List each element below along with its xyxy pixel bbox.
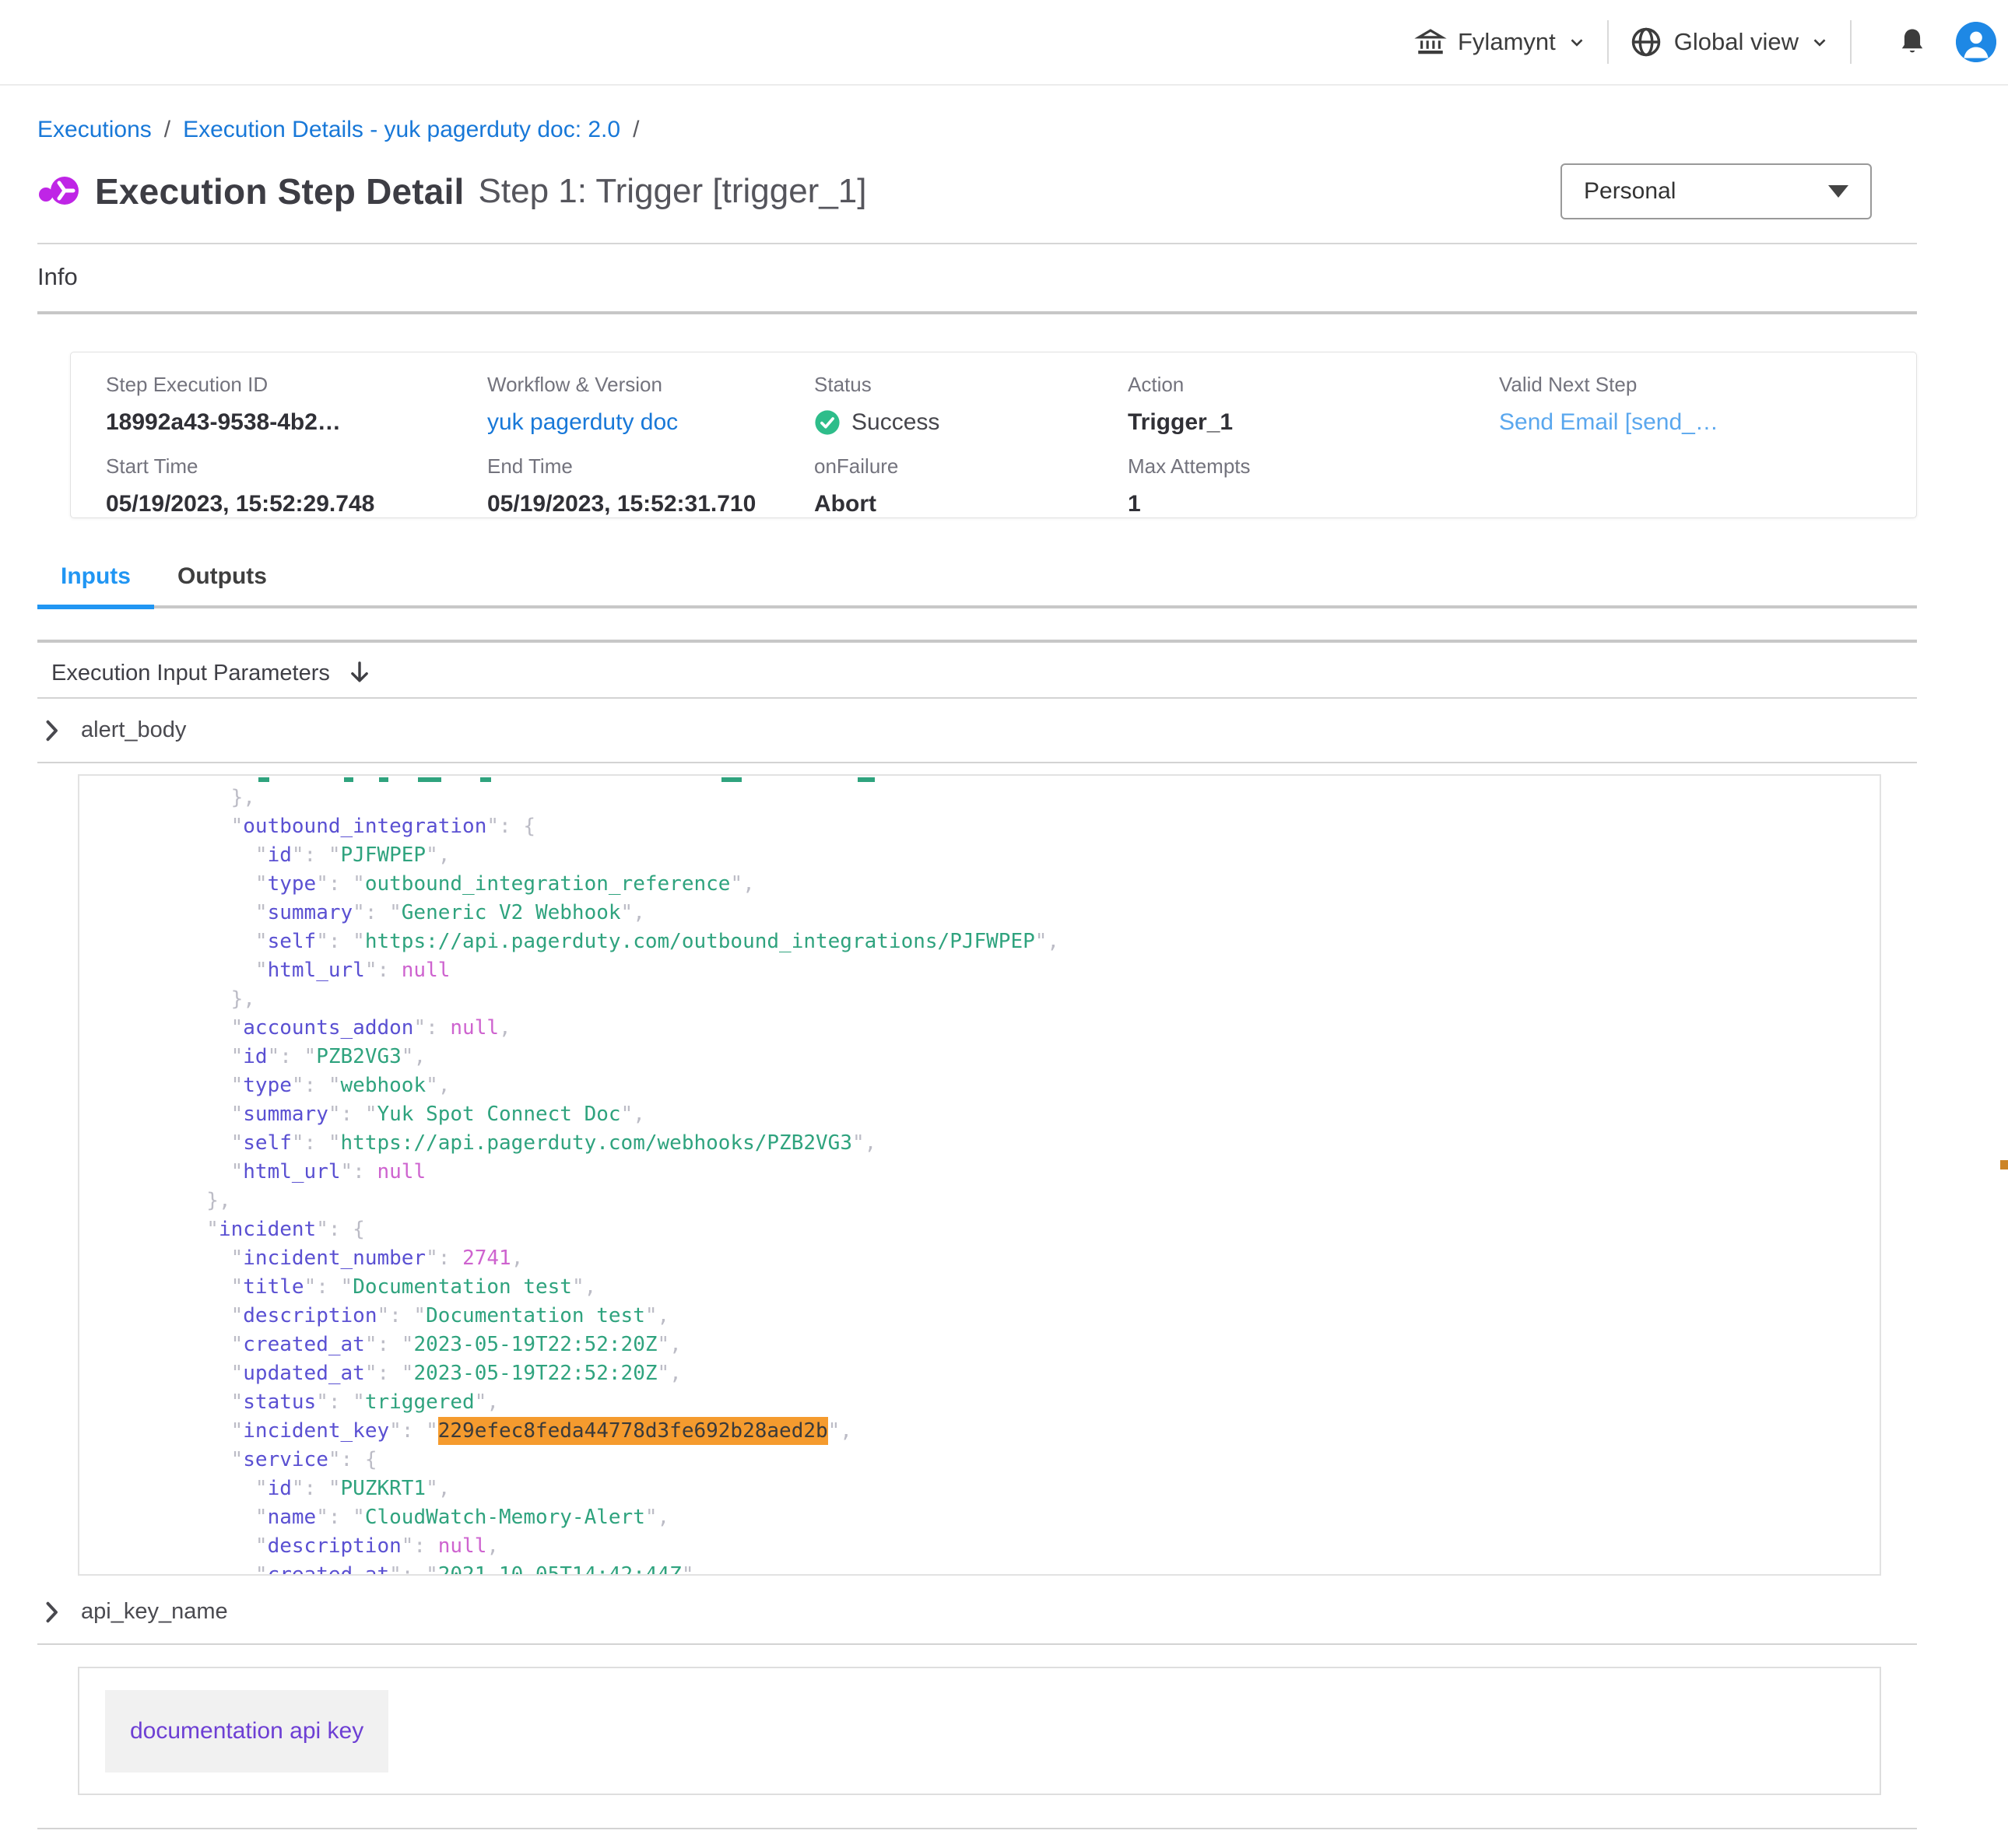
- divider: [37, 311, 1917, 314]
- chevron-right-icon: [44, 719, 59, 742]
- main-content: Executions / Execution Details - yuk pag…: [0, 117, 2008, 1848]
- field-label: Workflow & Version: [487, 373, 814, 397]
- field-value: 05/19/2023, 15:52:31.710: [487, 491, 814, 517]
- field-value: Abort: [814, 491, 1128, 517]
- field-action: Action Trigger_1: [1128, 373, 1499, 436]
- top-bar: Fylamynt Global view: [0, 0, 2008, 86]
- topbar-divider: [1607, 20, 1609, 64]
- scope-select-value: Personal: [1584, 178, 1676, 205]
- scope-select[interactable]: Personal: [1560, 163, 1872, 219]
- field-step-execution-id: Step Execution ID 18992a43-9538-4b2…: [106, 373, 487, 436]
- view-label: Global view: [1674, 28, 1799, 56]
- scrollbar-highlight-marker: [2000, 1160, 2008, 1169]
- field-max-attempts: Max Attempts 1: [1128, 454, 1499, 517]
- globe-icon: [1629, 25, 1663, 59]
- alert-body-json-viewer[interactable]: }, "outbound_integration": { "id": "PJFW…: [78, 774, 1881, 1576]
- arrow-down-icon[interactable]: [347, 660, 372, 686]
- next-step-link[interactable]: Send Email [send_…: [1499, 409, 1881, 436]
- api-key-name-chip[interactable]: documentation api key: [105, 1690, 388, 1773]
- param-row-api-key-value[interactable]: api_key_value: [37, 1829, 1917, 1848]
- field-value: 05/19/2023, 15:52:29.748: [106, 491, 487, 517]
- field-label: Step Execution ID: [106, 373, 487, 397]
- tab-bar: Inputs Outputs: [37, 563, 1917, 608]
- field-value: Trigger_1: [1128, 409, 1499, 436]
- field-value: 1: [1128, 491, 1499, 517]
- field-label: Start Time: [106, 454, 487, 479]
- info-card: Step Execution ID 18992a43-9538-4b2… Wor…: [70, 352, 1917, 518]
- workflow-link[interactable]: yuk pagerduty doc: [487, 409, 814, 436]
- clipped-text-fragment: [344, 777, 353, 782]
- clipped-text-fragment: [480, 777, 491, 782]
- param-name: api_key_name: [81, 1599, 228, 1625]
- user-avatar[interactable]: [1956, 22, 1996, 62]
- status-badge: Success: [851, 409, 939, 436]
- divider: [37, 640, 1917, 643]
- field-label: onFailure: [814, 454, 1128, 479]
- clipped-text-fragment: [379, 777, 388, 782]
- workflow-step-logo-icon: [37, 171, 81, 212]
- tab-outputs[interactable]: Outputs: [154, 563, 290, 605]
- param-row-alert-body[interactable]: alert_body: [37, 699, 1917, 763]
- page-subtitle: Step 1: Trigger [trigger_1]: [479, 172, 867, 211]
- field-label: Action: [1128, 373, 1499, 397]
- clipped-text-fragment: [418, 777, 441, 782]
- breadcrumb-executions-link[interactable]: Executions: [37, 117, 152, 143]
- field-value: 18992a43-9538-4b2…: [106, 409, 487, 436]
- org-menu[interactable]: Fylamynt: [1414, 26, 1587, 58]
- topbar-divider: [1850, 20, 1852, 64]
- chevron-right-icon: [44, 1601, 59, 1624]
- breadcrumb-execution-details-link[interactable]: Execution Details - yuk pagerduty doc: 2…: [183, 117, 620, 143]
- execution-input-parameters-header: Execution Input Parameters: [37, 655, 1917, 697]
- divider: [37, 243, 1917, 244]
- field-label: Max Attempts: [1128, 454, 1499, 479]
- field-label: End Time: [487, 454, 814, 479]
- field-end-time: End Time 05/19/2023, 15:52:31.710: [487, 454, 814, 517]
- field-onfailure: onFailure Abort: [814, 454, 1128, 517]
- field-workflow-version: Workflow & Version yuk pagerduty doc: [487, 373, 814, 436]
- success-check-icon: [814, 409, 841, 436]
- clipped-text-fragment: [721, 777, 742, 782]
- org-label: Fylamynt: [1458, 28, 1556, 56]
- param-name: alert_body: [81, 717, 186, 743]
- page-title: Execution Step Detail: [95, 170, 465, 212]
- page-header: Execution Step Detail Step 1: Trigger [t…: [37, 163, 1917, 219]
- code-lines: }, "outbound_integration": { "id": "PJFW…: [79, 776, 1880, 1576]
- breadcrumb-separator: /: [633, 117, 639, 143]
- api-key-name-value-box: documentation api key: [78, 1667, 1881, 1795]
- breadcrumb-separator: /: [164, 117, 170, 143]
- execution-input-parameters-title: Execution Input Parameters: [51, 661, 330, 686]
- bank-icon: [1414, 26, 1447, 58]
- chevron-down-icon: [1810, 32, 1830, 52]
- caret-down-icon: [1828, 185, 1848, 198]
- clipped-text-fragment: [258, 777, 269, 782]
- tab-inputs[interactable]: Inputs: [37, 563, 154, 605]
- param-row-api-key-name[interactable]: api_key_name: [37, 1580, 1917, 1645]
- view-menu[interactable]: Global view: [1629, 25, 1830, 59]
- info-section-title: Info: [37, 263, 1917, 291]
- field-start-time: Start Time 05/19/2023, 15:52:29.748: [106, 454, 487, 517]
- field-status: Status Success: [814, 373, 1128, 436]
- field-label: Status: [814, 373, 1128, 397]
- chevron-down-icon: [1567, 32, 1587, 52]
- notifications-bell-icon[interactable]: [1895, 25, 1929, 59]
- breadcrumb: Executions / Execution Details - yuk pag…: [37, 117, 1917, 143]
- clipped-text-fragment: [858, 777, 875, 782]
- field-valid-next-step: Valid Next Step Send Email [send_…: [1499, 373, 1881, 436]
- field-label: Valid Next Step: [1499, 373, 1881, 397]
